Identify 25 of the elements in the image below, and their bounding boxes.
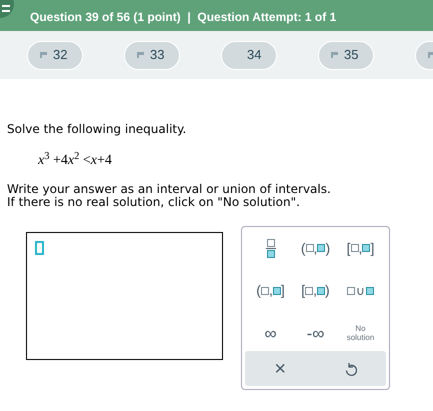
instruction-text: If there is no real solution, click on "No solution". [7, 196, 301, 209]
interval-key[interactable]: [ , ) [293, 276, 338, 306]
question-button[interactable]: 32 [27, 40, 83, 70]
no-solution-key[interactable]: No solution [342, 318, 378, 348]
math-expression: x$^{3}$ +4x$^{2}$ <x+4 [36, 150, 113, 170]
infinity-key[interactable]: -∞ [293, 318, 338, 348]
question-button[interactable]: 35 [318, 40, 374, 70]
answer-box[interactable] [26, 232, 223, 360]
clear-button[interactable]: × [265, 356, 296, 380]
question-info: Question 39 of 56 (1 point) | Question Attempt: 1 of 1 [30, 8, 336, 26]
question-button[interactable]: 34 [221, 40, 277, 70]
flag-icon [40, 52, 47, 58]
interval-key[interactable]: ( , ) [293, 233, 338, 263]
undo-icon [344, 362, 357, 376]
interval-key[interactable]: [ , ] [338, 233, 383, 263]
question-button[interactable]: 33 [124, 40, 180, 70]
flag-icon [137, 52, 144, 58]
infinity-key[interactable]: ∞ [248, 318, 293, 348]
flag-icon [331, 52, 338, 58]
flag-icon [428, 52, 433, 58]
instruction-text: Write your answer as an interval or union of intervals. [7, 183, 332, 196]
interval-key[interactable]: ( , ] [248, 276, 293, 306]
question-prompt: Solve the following inequality. [7, 121, 188, 138]
cursor-box [35, 241, 44, 255]
union-key[interactable]: ∪ [338, 276, 383, 306]
